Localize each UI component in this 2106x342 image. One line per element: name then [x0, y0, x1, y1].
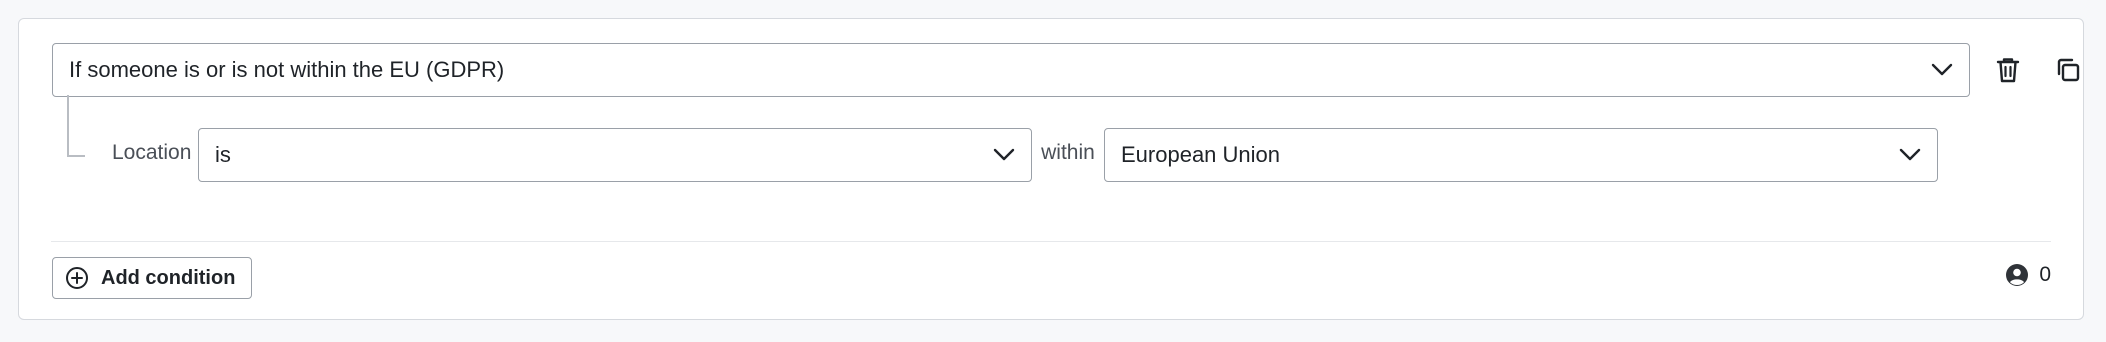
condition-group-card: If someone is or is not within the EU (G…: [18, 18, 2084, 320]
location-operator-value: is: [215, 142, 231, 167]
duplicate-condition-button[interactable]: [2050, 52, 2086, 88]
section-divider: [51, 241, 2051, 242]
chevron-down-icon: [993, 148, 1015, 161]
profile-count: 0: [2005, 263, 2051, 287]
add-condition-label: Add condition: [101, 266, 236, 289]
delete-condition-button[interactable]: [1990, 52, 2026, 88]
location-region-value: European Union: [1121, 142, 1281, 167]
location-region-select[interactable]: European Union: [1104, 128, 1938, 182]
add-condition-button[interactable]: Add condition: [52, 257, 253, 299]
chevron-down-icon: [1931, 63, 1953, 76]
condition-rule-value: If someone is or is not within the EU (G…: [69, 57, 505, 82]
condition-rule-select[interactable]: If someone is or is not within the EU (G…: [52, 43, 1970, 97]
location-operator-select[interactable]: is: [198, 128, 1032, 182]
plus-circle-icon: [66, 267, 88, 289]
location-label: Location: [112, 141, 192, 164]
person-circle-icon: [2006, 264, 2029, 286]
chevron-down-icon: [1899, 148, 1921, 161]
trash-icon: [1996, 58, 2020, 83]
copy-icon: [2057, 58, 2080, 82]
profile-count-value: 0: [2039, 263, 2051, 286]
tree-connector: [67, 95, 85, 157]
within-label: within: [1041, 141, 1095, 164]
